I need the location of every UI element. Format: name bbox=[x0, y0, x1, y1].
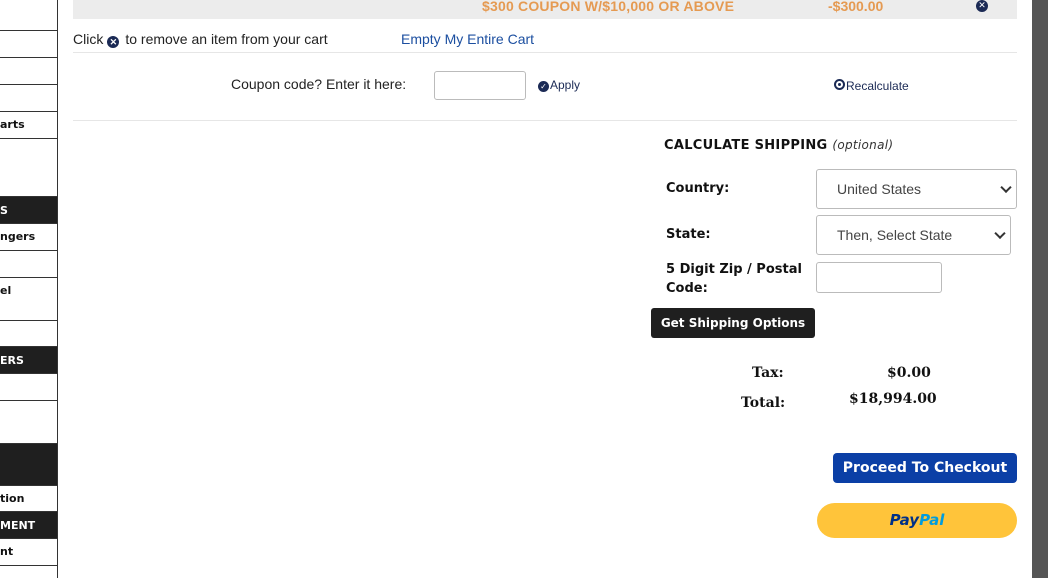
empty-cart-link[interactable]: Empty My Entire Cart bbox=[401, 31, 534, 47]
coupon-line-name: $300 COUPON W/$10,000 OR ABOVE bbox=[482, 0, 735, 14]
shipping-optional-note: (optional) bbox=[832, 138, 894, 152]
remove-coupon-icon[interactable]: ✕ bbox=[976, 0, 988, 12]
country-select[interactable]: United States bbox=[816, 169, 1017, 209]
paypal-logo-pay: Pay bbox=[889, 511, 920, 529]
apply-coupon-button[interactable]: ✓ Apply bbox=[538, 78, 580, 92]
sidebar-item[interactable] bbox=[0, 321, 57, 347]
sidebar-item[interactable] bbox=[0, 374, 57, 401]
sidebar-item[interactable]: ngers bbox=[0, 224, 57, 251]
sidebar-item[interactable]: el bbox=[0, 278, 57, 321]
chevron-down-icon bbox=[1000, 181, 1012, 194]
sidebar-item[interactable] bbox=[0, 251, 57, 278]
left-sidebar-nav: arts S ngers el ERS tion MENT nt bbox=[0, 0, 58, 578]
recalculate-button[interactable]: Recalculate bbox=[834, 79, 909, 93]
calculate-shipping-heading: CALCULATE SHIPPING (optional) bbox=[664, 138, 893, 153]
state-label: State: bbox=[666, 227, 711, 242]
sidebar-item[interactable]: arts bbox=[0, 112, 57, 139]
get-shipping-options-button[interactable]: Get Shipping Options bbox=[651, 308, 815, 338]
remove-hint-prefix: Click bbox=[73, 31, 104, 47]
sidebar-section-header: ERS bbox=[0, 347, 57, 374]
tax-label: Tax: bbox=[752, 365, 784, 381]
sidebar-header-label: S bbox=[0, 204, 8, 217]
sidebar-item[interactable] bbox=[0, 139, 57, 197]
divider bbox=[73, 120, 1017, 121]
paypal-checkout-button[interactable]: PayPal bbox=[817, 503, 1017, 538]
sidebar-section-header: S bbox=[0, 197, 57, 224]
country-label: Country: bbox=[666, 181, 730, 196]
proceed-to-checkout-button[interactable]: Proceed To Checkout bbox=[833, 453, 1017, 483]
sidebar-item-label: arts bbox=[0, 118, 25, 131]
sidebar-item[interactable] bbox=[0, 0, 57, 31]
sidebar-header-label: ERS bbox=[0, 354, 24, 367]
sidebar-item[interactable] bbox=[0, 85, 57, 112]
paypal-logo-pal: Pal bbox=[919, 511, 945, 529]
coupon-code-label: Coupon code? Enter it here: bbox=[231, 76, 407, 92]
remove-item-hint: Click ✕ to remove an item from your cart bbox=[73, 31, 328, 48]
shipping-title: CALCULATE SHIPPING bbox=[664, 138, 828, 153]
recalculate-label: Recalculate bbox=[846, 79, 909, 93]
divider bbox=[73, 52, 1017, 53]
chevron-down-icon bbox=[994, 227, 1006, 240]
sidebar-item[interactable]: nt bbox=[0, 539, 57, 566]
state-select[interactable]: Then, Select State bbox=[816, 215, 1011, 255]
sidebar-item[interactable] bbox=[0, 401, 57, 444]
apply-label: Apply bbox=[550, 78, 581, 92]
sidebar-item-label: el bbox=[0, 284, 12, 297]
state-select-value: Then, Select State bbox=[837, 227, 953, 243]
remove-hint-suffix: to remove an item from your cart bbox=[125, 31, 328, 47]
remove-x-icon: ✕ bbox=[107, 36, 120, 48]
total-label: Total: bbox=[741, 395, 786, 411]
radio-circle-icon bbox=[834, 79, 845, 90]
sidebar-item-label: tion bbox=[0, 492, 25, 505]
zip-code-input[interactable] bbox=[816, 262, 942, 293]
total-value: $18,994.00 bbox=[849, 391, 937, 407]
page-scrollbar[interactable] bbox=[1032, 0, 1048, 578]
sidebar-item[interactable]: tion bbox=[0, 486, 57, 512]
sidebar-section-header bbox=[0, 444, 57, 486]
sidebar-item-label: nt bbox=[0, 545, 14, 558]
zip-label: 5 Digit Zip / Postal Code: bbox=[666, 260, 802, 298]
cart-coupon-line: $300 COUPON W/$10,000 OR ABOVE -$300.00 … bbox=[73, 0, 1017, 19]
check-circle-icon: ✓ bbox=[538, 81, 549, 92]
sidebar-header-label: MENT bbox=[0, 519, 36, 532]
sidebar-item-label: ngers bbox=[0, 230, 36, 243]
coupon-code-input[interactable] bbox=[434, 71, 526, 100]
country-select-value: United States bbox=[837, 181, 922, 197]
sidebar-item[interactable] bbox=[0, 31, 57, 58]
sidebar-section-header: MENT bbox=[0, 512, 57, 539]
zip-label-line1: 5 Digit Zip / Postal bbox=[666, 262, 802, 277]
tax-value: $0.00 bbox=[887, 365, 931, 381]
sidebar-item[interactable] bbox=[0, 58, 57, 85]
coupon-line-amount: -$300.00 bbox=[828, 0, 884, 14]
zip-label-line2: Code: bbox=[666, 281, 708, 296]
